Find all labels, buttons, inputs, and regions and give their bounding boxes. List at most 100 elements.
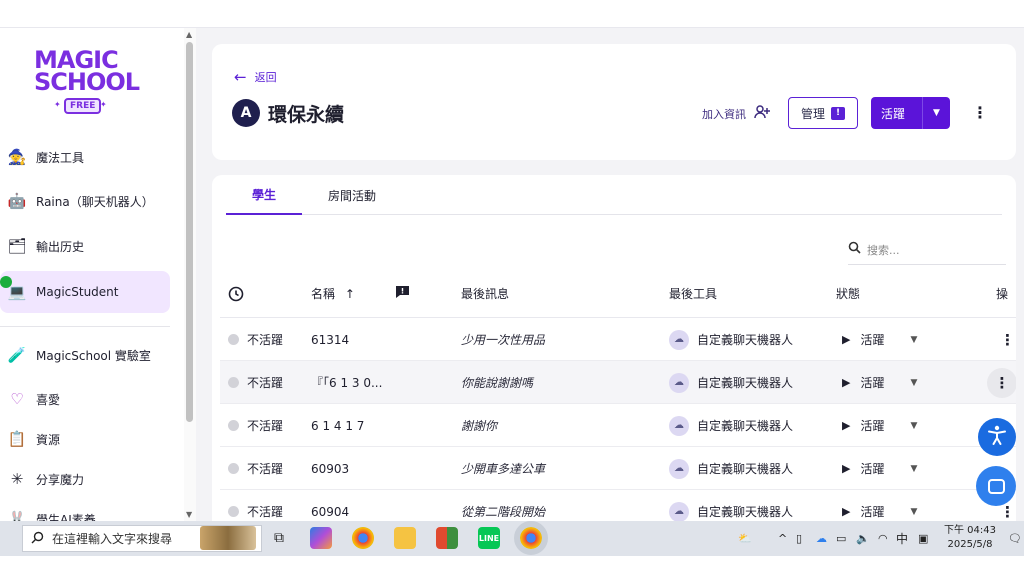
- scrollbar-thumb[interactable]: [186, 42, 193, 422]
- scroll-down-icon[interactable]: ▼: [186, 510, 192, 519]
- student-name[interactable]: 『「6 1 3 0...: [311, 361, 382, 404]
- row-more-icon[interactable]: ⋮: [1000, 318, 1015, 361]
- share-icon: ✳: [10, 470, 24, 488]
- tab-students[interactable]: 學生: [226, 175, 303, 215]
- column-header-status[interactable]: 狀態: [836, 285, 860, 302]
- column-header-name[interactable]: 名稱 ↑: [311, 285, 355, 302]
- table-row[interactable]: 不活躍 『「6 1 3 0... 你能說謝謝嗎 ☁ 自定義聊天機器人 ▶ 活躍 ▼ ⋮: [220, 361, 1016, 404]
- status-dropdown[interactable]: ▶ 活躍 ▼: [842, 318, 917, 361]
- last-tool-label: 自定義聊天機器人: [697, 376, 794, 390]
- status-dropdown[interactable]: ▶ 活躍 ▼: [842, 490, 917, 521]
- file-explorer-icon[interactable]: [394, 527, 416, 549]
- search-icon: [31, 531, 44, 547]
- chrome-icon[interactable]: [352, 527, 374, 549]
- message-flag-icon[interactable]: [395, 285, 410, 302]
- volume-icon[interactable]: 🔈: [856, 521, 870, 556]
- sidebar-item-label: 資源: [36, 432, 61, 447]
- presence-cell: 不活躍: [228, 490, 283, 521]
- table-row[interactable]: 不活躍 61314 少用一次性用品 ☁ 自定義聊天機器人 ▶ 活躍 ▼ ⋮: [220, 318, 1016, 361]
- tab-room-activity[interactable]: 房間活動: [302, 175, 402, 215]
- sidebar-item-label: 魔法工具: [36, 150, 85, 165]
- message-alert-icon: !: [831, 106, 845, 120]
- play-icon: ▶: [842, 462, 851, 475]
- taskbar-search-placeholder: 在這裡輸入文字來搜尋: [52, 532, 173, 546]
- sidebar-divider: [0, 326, 170, 327]
- students-panel: 學生 房間活動 搜索... 名稱 ↑ 最後訊息 最後工具 狀態 操 不活躍 61…: [212, 175, 1016, 521]
- task-view-icon[interactable]: ⧉: [268, 527, 290, 549]
- manage-button[interactable]: 管理 !: [788, 97, 858, 129]
- status-dropdown[interactable]: ▶ 活躍 ▼: [842, 404, 917, 447]
- sidebar-item-ai-literacy[interactable]: 🐰 學生AI素養: [0, 498, 170, 521]
- resources-icon: 📋: [7, 430, 27, 448]
- table-row[interactable]: 不活躍 60904 從第二階段開始 ☁ 自定義聊天機器人 ▶ 活躍 ▼ ⋮: [220, 490, 1016, 521]
- last-tool-label: 自定義聊天機器人: [697, 333, 794, 347]
- student-name[interactable]: 60903: [311, 447, 349, 490]
- weather-icon[interactable]: ⛅: [738, 521, 752, 556]
- onedrive-icon[interactable]: ☁: [816, 521, 827, 556]
- last-tool-label: 自定義聊天機器人: [697, 419, 794, 433]
- logo-line2: SCHOOL: [34, 68, 140, 96]
- table-row[interactable]: 不活躍 6 1 4 1 7 謝謝你 ☁ 自定義聊天機器人 ▶ 活躍 ▼: [220, 404, 1016, 447]
- search-highlight-image: [200, 526, 256, 550]
- last-message: 從第二階段開始: [461, 505, 546, 519]
- battery-icon[interactable]: ▭: [836, 521, 846, 556]
- clock-icon[interactable]: [228, 286, 244, 305]
- last-tool-cell: ☁ 自定義聊天機器人: [669, 490, 793, 521]
- chat-support-button[interactable]: [976, 466, 1016, 506]
- wifi-icon[interactable]: ◠: [878, 521, 888, 556]
- accessibility-button[interactable]: [978, 418, 1016, 456]
- tray-device-icon[interactable]: ▯: [796, 521, 802, 556]
- sidebar-item-label: 喜愛: [36, 392, 61, 407]
- status-dropdown[interactable]: ▶ 活躍 ▼: [842, 361, 917, 404]
- row-more-icon[interactable]: ⋮: [987, 367, 1016, 398]
- chevron-down-icon: ▼: [910, 463, 918, 474]
- taskbar-clock[interactable]: 下午 04:43 2025/5/8: [944, 524, 996, 552]
- column-header-actions: 操: [996, 287, 1009, 301]
- windows-taskbar: 在這裡輸入文字來搜尋 ⧉ LINE ⛅ ^ ▯ ☁ ▭ 🔈 ◠ 中 ▣ 下午 0…: [0, 521, 1024, 556]
- student-name[interactable]: 60904: [311, 490, 349, 521]
- tray-chevron-icon[interactable]: ^: [778, 521, 787, 556]
- ime-indicator[interactable]: 中: [896, 521, 908, 556]
- sidebar-scrollbar[interactable]: ▲ ▼: [184, 28, 196, 521]
- add-info-label: 加入資訊: [702, 107, 746, 121]
- column-header-last-message[interactable]: 最後訊息: [461, 285, 509, 302]
- sidebar-item-raina[interactable]: 🤖 Raina（聊天机器人）: [0, 180, 170, 222]
- status-label: 活躍: [860, 462, 885, 476]
- presence-label: 不活躍: [247, 333, 284, 347]
- sidebar-item-share[interactable]: ✳ 分享魔力: [0, 458, 170, 500]
- line-icon[interactable]: LINE: [478, 527, 500, 549]
- magicschool-logo[interactable]: MAGIC SCHOOL ✦ FREE ✦: [34, 48, 140, 140]
- table-row[interactable]: 不活躍 60903 少開車多達公車 ☁ 自定義聊天機器人 ▶ 活躍 ▼: [220, 447, 1016, 490]
- chrome-active-icon[interactable]: [514, 521, 548, 555]
- copilot-icon[interactable]: [310, 527, 332, 549]
- active-status-button[interactable]: 活躍 ▼: [871, 97, 950, 129]
- add-info-button[interactable]: 加入資訊: [702, 105, 770, 122]
- student-name[interactable]: 6 1 4 1 7: [311, 404, 364, 447]
- sidebar-item-favorites[interactable]: ♡ 喜愛: [0, 378, 170, 420]
- status-dot: [228, 334, 239, 345]
- sidebar-item-resources[interactable]: 📋 資源: [0, 418, 170, 460]
- student-name[interactable]: 61314: [311, 318, 349, 361]
- sidebar-item-label: 分享魔力: [36, 472, 85, 487]
- status-dropdown[interactable]: ▶ 活躍 ▼: [842, 447, 917, 490]
- app-grid-icon[interactable]: [436, 527, 458, 549]
- notification-icon[interactable]: 🗨: [1008, 521, 1022, 556]
- sidebar-item-history[interactable]: 🗂 輸出历史: [0, 225, 170, 267]
- back-link[interactable]: ← 返回: [234, 68, 277, 86]
- heart-icon: ♡: [10, 390, 24, 408]
- sidebar-item-label: MagicSchool 實驗室: [36, 348, 151, 363]
- column-header-last-tool[interactable]: 最後工具: [669, 285, 717, 302]
- last-tool-cell: ☁ 自定義聊天機器人: [669, 361, 793, 404]
- search-input[interactable]: 搜索...: [848, 235, 1006, 265]
- sidebar-item-magic-tools[interactable]: 🧙 魔法工具: [0, 136, 170, 178]
- ime-mode-icon[interactable]: ▣: [918, 521, 928, 556]
- free-badge: FREE: [64, 98, 102, 114]
- sidebar-item-lab[interactable]: 🧪 MagicSchool 實驗室: [0, 334, 170, 376]
- scroll-up-icon[interactable]: ▲: [186, 30, 192, 39]
- sidebar-item-label: 學生AI素養: [36, 512, 96, 522]
- last-tool-cell: ☁ 自定義聊天機器人: [669, 318, 793, 361]
- sidebar-item-magicstudent[interactable]: 💻 MagicStudent: [0, 271, 170, 313]
- more-options-icon[interactable]: ⋮: [972, 103, 988, 122]
- row-more-button[interactable]: ⋮: [987, 361, 1016, 404]
- caret-down-icon[interactable]: ▼: [922, 97, 950, 129]
